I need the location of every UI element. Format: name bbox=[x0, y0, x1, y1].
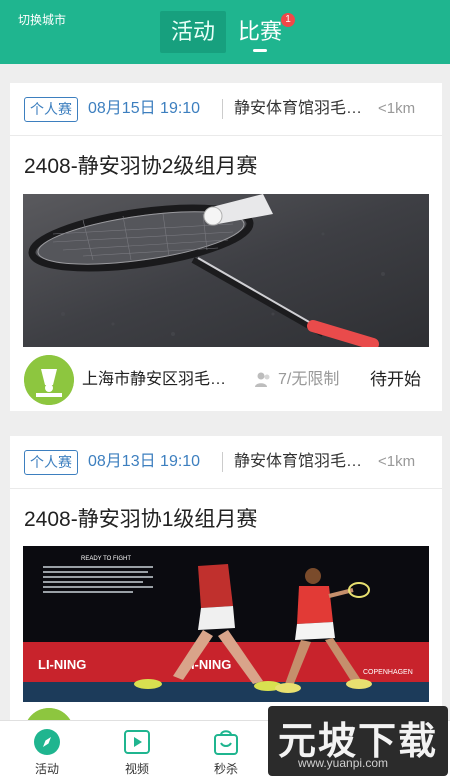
match-time: 08月13日 19:10 bbox=[88, 453, 201, 470]
meta-divider bbox=[222, 452, 223, 472]
match-venue: 静安体育馆羽毛… bbox=[234, 453, 363, 470]
shopping-bag-icon bbox=[214, 730, 238, 755]
match-footer-row: 上海市静安区羽毛… 7/无限制 待开始 bbox=[10, 355, 442, 405]
banner-heading: READY TO FIGHT bbox=[81, 556, 131, 562]
play-icon bbox=[124, 730, 150, 754]
match-banner-image[interactable] bbox=[23, 194, 429, 347]
match-banner-image[interactable]: READY TO FIGHT LI-NING LI-NING COPENHAGE… bbox=[23, 546, 429, 702]
badminton-racket-illustration bbox=[23, 194, 429, 347]
tab-activity[interactable]: 活动 bbox=[160, 11, 226, 53]
club-logo[interactable] bbox=[24, 355, 74, 405]
match-distance: <1km bbox=[378, 100, 416, 117]
banner-board-text: COPENHAGEN bbox=[363, 669, 413, 676]
nav-item-video[interactable]: 视频 bbox=[92, 721, 182, 778]
nav-label: 活动 bbox=[34, 762, 59, 776]
people-icon bbox=[255, 372, 270, 387]
club-name[interactable]: 上海市静安区羽毛… bbox=[82, 369, 242, 391]
tab-match[interactable]: 比赛 bbox=[232, 11, 288, 53]
match-type-tag: 个人赛 bbox=[24, 97, 78, 122]
top-bar: 切换城市 活动 比赛 1 bbox=[0, 0, 450, 64]
active-tab-indicator bbox=[253, 49, 267, 52]
participant-count: 7/无限制 bbox=[278, 371, 340, 388]
meta-divider bbox=[222, 99, 223, 119]
match-card[interactable]: 个人赛 08月13日 19:10 静安体育馆羽毛… <1km 2408-静安羽协… bbox=[10, 436, 442, 726]
watermark-url: www.yuanpi.com bbox=[298, 756, 389, 770]
switch-city-button[interactable]: 切换城市 bbox=[18, 11, 66, 28]
watermark-logo: 元坡下载 www.yuanpi.com bbox=[268, 706, 448, 776]
match-time: 08月15日 19:10 bbox=[88, 100, 201, 117]
match-type-tag: 个人赛 bbox=[24, 450, 78, 475]
badminton-players-photo: READY TO FIGHT LI-NING LI-NING COPENHAGE… bbox=[23, 546, 429, 702]
match-card[interactable]: 个人赛 08月15日 19:10 静安体育馆羽毛… <1km 2408-静安羽协… bbox=[10, 83, 442, 411]
match-meta-row: 个人赛 08月15日 19:10 静安体育馆羽毛… <1km bbox=[10, 83, 442, 136]
match-title[interactable]: 2408-静安羽协2级组月赛 bbox=[24, 151, 257, 183]
shuttlecock-logo-icon bbox=[24, 355, 74, 405]
match-title[interactable]: 2408-静安羽协1级组月赛 bbox=[24, 504, 257, 536]
compass-icon bbox=[34, 729, 60, 755]
match-meta-row: 个人赛 08月13日 19:10 静安体育馆羽毛… <1km bbox=[10, 436, 442, 489]
banner-board-text: LI-NING bbox=[38, 657, 86, 672]
nav-label: 视频 bbox=[124, 762, 149, 776]
match-venue: 静安体育馆羽毛… bbox=[234, 100, 363, 117]
nav-item-flash-sale[interactable]: 秒杀 bbox=[181, 721, 271, 778]
nav-item-activity[interactable]: 活动 bbox=[2, 721, 92, 778]
nav-label: 秒杀 bbox=[213, 762, 238, 776]
match-distance: <1km bbox=[378, 453, 416, 470]
match-status: 待开始 bbox=[370, 370, 421, 389]
match-count-badge: 1 bbox=[281, 13, 295, 27]
